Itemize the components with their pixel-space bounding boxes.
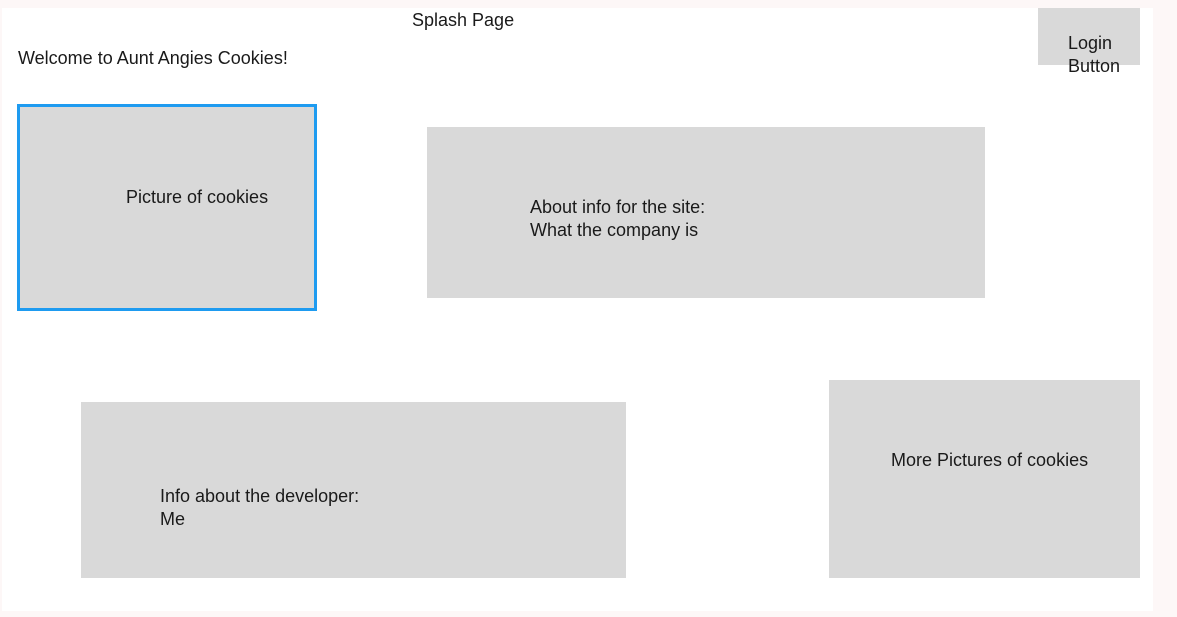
about-info-title: About info for the site: — [530, 197, 706, 217]
welcome-heading: Welcome to Aunt Angies Cookies! — [18, 48, 288, 68]
cookie-picture-label: Picture of cookies — [126, 187, 269, 207]
about-info-section: About info for the site: What the compan… — [427, 127, 985, 298]
more-cookie-pictures-placeholder: More Pictures of cookies — [829, 380, 1140, 578]
developer-info-body: Me — [160, 509, 186, 529]
more-pictures-label: More Pictures of cookies — [891, 450, 1089, 470]
about-info-body: What the company is — [530, 220, 699, 240]
page-title: Splash Page — [412, 10, 515, 30]
about-info-text: About info for the site: What the compan… — [530, 196, 705, 242]
login-button[interactable]: Login Button — [1038, 8, 1140, 76]
developer-info-text: Info about the developer: Me — [160, 485, 359, 531]
login-button-label: Login Button — [1068, 33, 1121, 76]
developer-info-title: Info about the developer: — [160, 486, 360, 506]
cookie-picture-placeholder[interactable]: Picture of cookies — [17, 104, 317, 311]
developer-info-section: Info about the developer: Me — [81, 402, 626, 578]
